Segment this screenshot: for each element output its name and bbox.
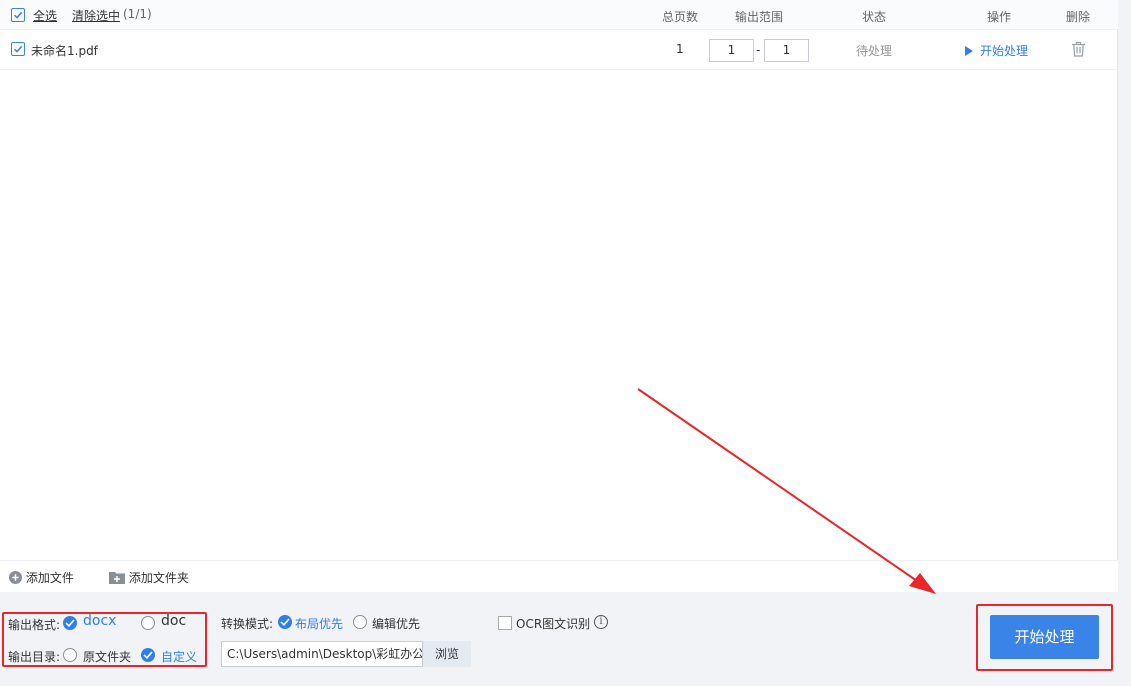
mode-label: 转换模式: bbox=[221, 617, 274, 631]
add-folder-label: 添加文件夹 bbox=[128, 571, 189, 585]
select-all-link[interactable]: 全选 bbox=[33, 7, 57, 24]
range-separator: - bbox=[756, 43, 761, 57]
info-icon[interactable]: i bbox=[594, 615, 608, 629]
start-processing-button[interactable]: 开始处理 bbox=[990, 615, 1099, 659]
ocr-checkbox-icon[interactable] bbox=[498, 616, 512, 630]
select-all-checkbox-icon[interactable] bbox=[11, 8, 25, 22]
mode-edit-label[interactable]: 编辑优先 bbox=[372, 615, 420, 632]
plus-circle-icon bbox=[9, 571, 22, 584]
format-doc-radio-icon[interactable] bbox=[141, 616, 155, 630]
row-start-button[interactable]: 开始处理 bbox=[965, 42, 1028, 59]
options-panel: 输出格式: docx doc 输出目录: 原文件夹 自定义 转换模式: 布局优先… bbox=[0, 593, 1131, 686]
mode-layout-radio-icon[interactable] bbox=[278, 615, 292, 629]
range-to-input[interactable]: 1 bbox=[764, 39, 809, 62]
mode-edit-radio-icon[interactable] bbox=[353, 615, 367, 629]
col-delete: 删除 bbox=[1066, 10, 1091, 24]
dir-custom-radio-icon[interactable] bbox=[141, 648, 155, 662]
format-docx-radio-icon[interactable] bbox=[63, 616, 77, 630]
play-icon bbox=[965, 46, 973, 56]
add-folder-button[interactable]: 添加文件夹 bbox=[109, 569, 189, 586]
range-from-input[interactable]: 1 bbox=[709, 39, 754, 62]
dir-custom-label[interactable]: 自定义 bbox=[161, 648, 197, 665]
format-doc-label[interactable]: doc bbox=[161, 613, 186, 629]
dir-original-radio-icon[interactable] bbox=[63, 648, 77, 662]
selected-count: (1/1) bbox=[123, 7, 152, 21]
mode-layout-label[interactable]: 布局优先 bbox=[295, 615, 343, 632]
file-total-pages: 1 bbox=[676, 42, 684, 56]
file-list-panel: 全选 清除选中 (1/1) 总页数 输出范围 状态 操作 删除 未命名1.pdf… bbox=[0, 0, 1118, 592]
file-list-header: 全选 清除选中 (1/1) 总页数 输出范围 状态 操作 删除 bbox=[0, 0, 1118, 30]
col-status: 状态 bbox=[862, 10, 887, 24]
file-row: 未命名1.pdf 1 1 - 1 待处理 开始处理 bbox=[0, 30, 1118, 70]
col-output-range: 输出范围 bbox=[735, 10, 784, 24]
file-name: 未命名1.pdf bbox=[31, 44, 98, 58]
file-checkbox-icon[interactable] bbox=[11, 42, 25, 56]
col-total-pages: 总页数 bbox=[662, 10, 699, 24]
add-file-button[interactable]: 添加文件 bbox=[9, 569, 74, 586]
add-bar: 添加文件 添加文件夹 bbox=[0, 560, 1118, 592]
clear-selected-link[interactable]: 清除选中 bbox=[72, 7, 120, 24]
format-label: 输出格式: bbox=[8, 618, 61, 632]
format-docx-label[interactable]: docx bbox=[83, 613, 116, 629]
output-path-field[interactable]: C:\Users\admin\Desktop\彩虹办公 bbox=[221, 641, 423, 667]
dir-original-label[interactable]: 原文件夹 bbox=[83, 648, 131, 665]
row-start-label: 开始处理 bbox=[980, 44, 1029, 58]
trash-icon[interactable] bbox=[1071, 41, 1086, 60]
dir-label: 输出目录: bbox=[8, 650, 61, 664]
col-action: 操作 bbox=[987, 10, 1012, 24]
file-status: 待处理 bbox=[856, 44, 893, 58]
add-file-label: 添加文件 bbox=[25, 571, 74, 585]
browse-button[interactable]: 浏览 bbox=[423, 641, 471, 667]
ocr-label[interactable]: OCR图文识别 bbox=[516, 615, 590, 632]
folder-plus-icon bbox=[109, 572, 125, 584]
